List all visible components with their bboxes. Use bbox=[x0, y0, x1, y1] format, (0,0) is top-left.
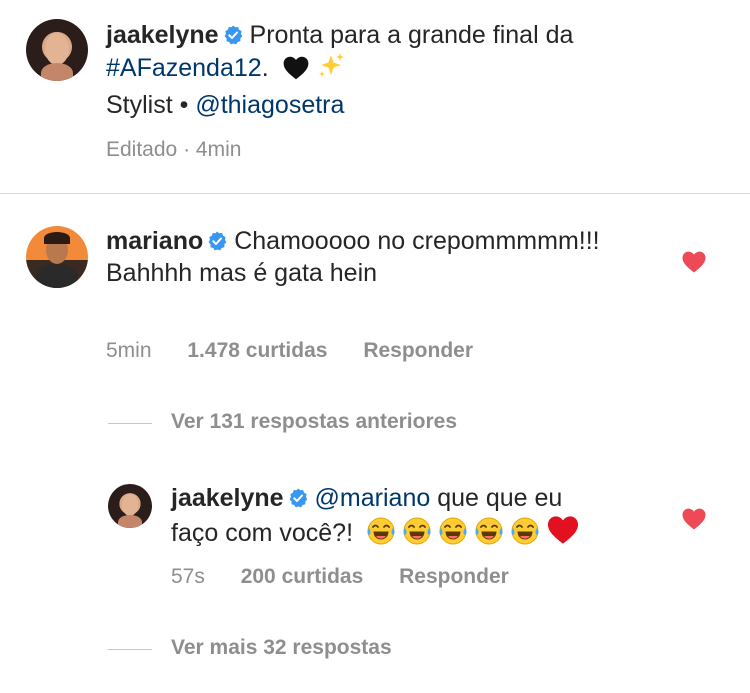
reply-username[interactable]: jaakelyne bbox=[171, 484, 284, 512]
comment-avatar[interactable] bbox=[26, 226, 88, 288]
view-more-label: Ver mais 32 respostas bbox=[171, 636, 392, 659]
caption-text-after: . bbox=[261, 54, 269, 82]
red-heart-emoji bbox=[547, 516, 579, 544]
comment-reply-button[interactable]: Responder bbox=[363, 339, 473, 362]
replies-line bbox=[108, 423, 152, 424]
black-heart-emoji bbox=[282, 55, 310, 89]
laughing-tears-emoji bbox=[474, 516, 504, 546]
caption-line2-prefix: Stylist • bbox=[106, 91, 196, 119]
caption-username[interactable]: jaakelyne bbox=[106, 21, 219, 49]
comment-time: 5min bbox=[106, 339, 152, 362]
edited-label: Editado bbox=[106, 138, 178, 161]
like-heart-icon[interactable] bbox=[681, 507, 707, 531]
reply-mention[interactable]: @mariano bbox=[315, 484, 431, 512]
view-previous-replies[interactable]: Ver 131 respostas anteriores bbox=[171, 410, 457, 434]
comment-text: mariano Chamooooo no crepommmmm!!! Bahhh… bbox=[106, 225, 616, 289]
caption-mention[interactable]: @thiagosetra bbox=[195, 91, 344, 119]
verified-badge-icon bbox=[207, 231, 227, 251]
reply-reply-button[interactable]: Responder bbox=[399, 565, 509, 588]
replies-line bbox=[108, 649, 152, 650]
comment-username[interactable]: mariano bbox=[106, 227, 203, 255]
verified-badge-icon bbox=[223, 25, 243, 45]
comment-meta: 5min 1.478 curtidas Responder bbox=[106, 339, 473, 363]
reply-time: 57s bbox=[171, 565, 205, 588]
reply-meta: 57s 200 curtidas Responder bbox=[171, 565, 509, 589]
caption-avatar[interactable] bbox=[26, 19, 88, 81]
comment-likes[interactable]: 1.478 curtidas bbox=[187, 339, 327, 362]
view-more-replies[interactable]: Ver mais 32 respostas bbox=[171, 636, 392, 660]
caption-time: 4min bbox=[195, 138, 242, 161]
meta-separator: · bbox=[183, 138, 191, 161]
caption-text: jaakelyne Pronta para a grande final da … bbox=[106, 19, 726, 121]
caption-meta: Editado · 4min bbox=[106, 138, 241, 162]
like-heart-icon[interactable] bbox=[681, 250, 707, 274]
reply-text: jaakelyne @mariano que que eu faço com v… bbox=[171, 482, 651, 549]
view-previous-label: Ver 131 respostas anteriores bbox=[171, 410, 458, 433]
sparkles-emoji bbox=[316, 51, 346, 89]
laughing-tears-emoji bbox=[438, 516, 468, 546]
caption-text-before: Pronta para a grande final da bbox=[249, 21, 574, 49]
caption-divider bbox=[0, 193, 750, 194]
reply-body-line2: faço com você?! bbox=[171, 519, 354, 547]
reply-likes[interactable]: 200 curtidas bbox=[241, 565, 364, 588]
verified-badge-icon bbox=[288, 488, 308, 508]
laughing-tears-emoji bbox=[510, 516, 540, 546]
reply-body-line1: que que eu bbox=[437, 484, 563, 512]
laughing-tears-emoji bbox=[402, 516, 432, 546]
reply-avatar[interactable] bbox=[108, 484, 152, 528]
laughing-tears-emoji bbox=[366, 516, 396, 546]
caption-hashtag[interactable]: #AFazenda12 bbox=[106, 54, 262, 82]
